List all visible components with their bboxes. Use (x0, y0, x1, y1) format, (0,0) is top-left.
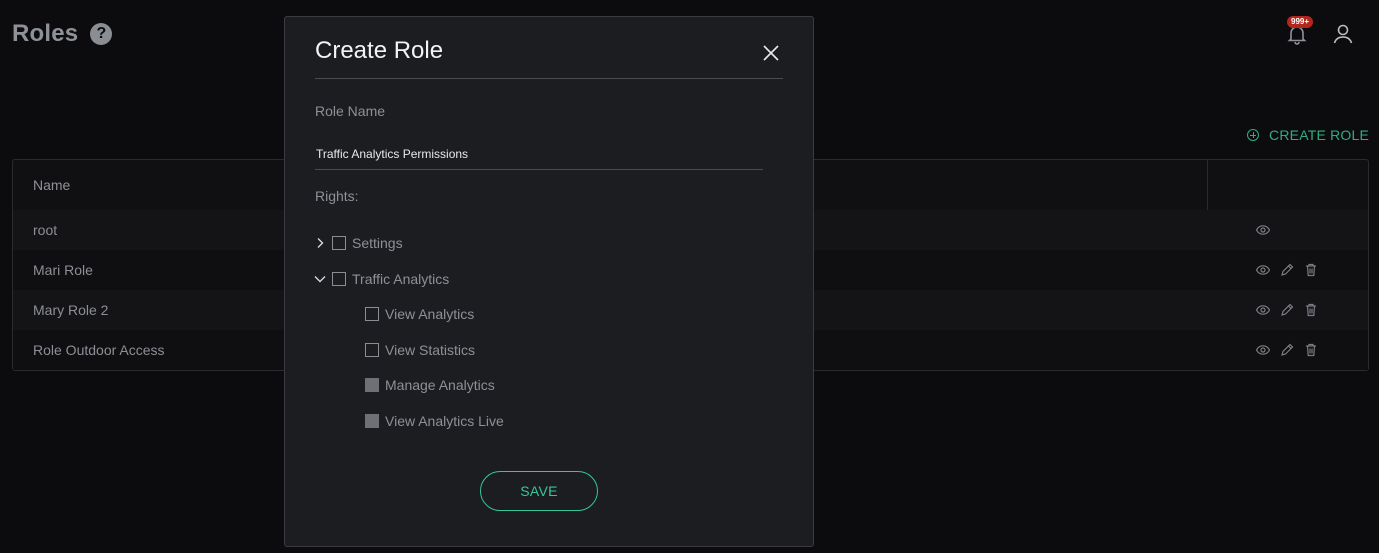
role-name: Mari Role (33, 262, 93, 278)
role-name: Mary Role 2 (33, 302, 109, 318)
user-menu-button[interactable] (1331, 22, 1355, 46)
rights-subitem-manage-analytics: Manage Analytics (365, 377, 495, 393)
edit-icon[interactable] (1279, 262, 1295, 278)
notification-badge: 999+ (1287, 16, 1314, 28)
rights-subitem-label: View Analytics Live (385, 413, 504, 429)
chevron-right-icon[interactable] (314, 237, 326, 249)
user-icon (1333, 24, 1353, 44)
rights-item-label: Settings (352, 235, 403, 251)
trash-icon[interactable] (1303, 342, 1319, 358)
edit-icon[interactable] (1279, 342, 1295, 358)
role-name: Role Outdoor Access (33, 342, 165, 358)
traffic-analytics-checkbox[interactable] (332, 272, 346, 286)
rights-subitem-view-analytics-live: View Analytics Live (365, 413, 504, 429)
view-statistics-checkbox[interactable] (365, 343, 379, 357)
close-button[interactable] (761, 43, 781, 63)
row-actions (1255, 210, 1271, 250)
rights-subitem-label: View Statistics (385, 342, 475, 358)
trash-icon[interactable] (1303, 302, 1319, 318)
notifications-button[interactable]: 999+ (1285, 16, 1314, 46)
rights-item-settings: Settings (314, 235, 403, 251)
rights-item-traffic-analytics: Traffic Analytics (314, 271, 449, 287)
topbar-icons: 999+ (1285, 16, 1355, 46)
create-role-button[interactable]: CREATE ROLE (1247, 127, 1369, 143)
view-icon[interactable] (1255, 222, 1271, 238)
rights-subitem-label: Manage Analytics (385, 377, 495, 393)
help-icon[interactable]: ? (90, 23, 113, 45)
rights-item-label: Traffic Analytics (352, 271, 450, 287)
view-icon[interactable] (1255, 342, 1271, 358)
role-name: root (33, 222, 58, 238)
chevron-down-icon[interactable] (314, 273, 326, 285)
row-actions (1255, 290, 1319, 330)
role-name-input[interactable] (315, 138, 763, 170)
page-header: Roles ? (12, 20, 113, 48)
plus-circle-icon (1247, 129, 1260, 141)
rights-label: Rights: (315, 188, 359, 204)
save-button[interactable]: SAVE (480, 471, 598, 511)
view-icon[interactable] (1255, 302, 1271, 318)
rights-subitem-view-analytics: View Analytics (365, 306, 474, 322)
settings-checkbox[interactable] (332, 236, 346, 250)
view-analytics-checkbox[interactable] (365, 307, 379, 321)
row-actions (1255, 330, 1319, 370)
close-icon (763, 45, 779, 61)
create-role-dialog: Create Role Role Name Rights: Settings T… (284, 16, 814, 547)
create-role-label: CREATE ROLE (1269, 127, 1369, 143)
dialog-title: Create Role (315, 37, 444, 64)
view-analytics-live-checkbox (365, 414, 379, 428)
edit-icon[interactable] (1279, 302, 1295, 318)
rights-subitem-label: View Analytics (385, 306, 475, 322)
divider (315, 78, 783, 79)
role-name-label: Role Name (315, 103, 386, 119)
trash-icon[interactable] (1303, 262, 1319, 278)
manage-analytics-checkbox (365, 378, 379, 392)
rights-subitem-view-statistics: View Statistics (365, 342, 475, 358)
page-title: Roles (12, 20, 79, 47)
view-icon[interactable] (1255, 262, 1271, 278)
row-actions (1255, 250, 1319, 290)
